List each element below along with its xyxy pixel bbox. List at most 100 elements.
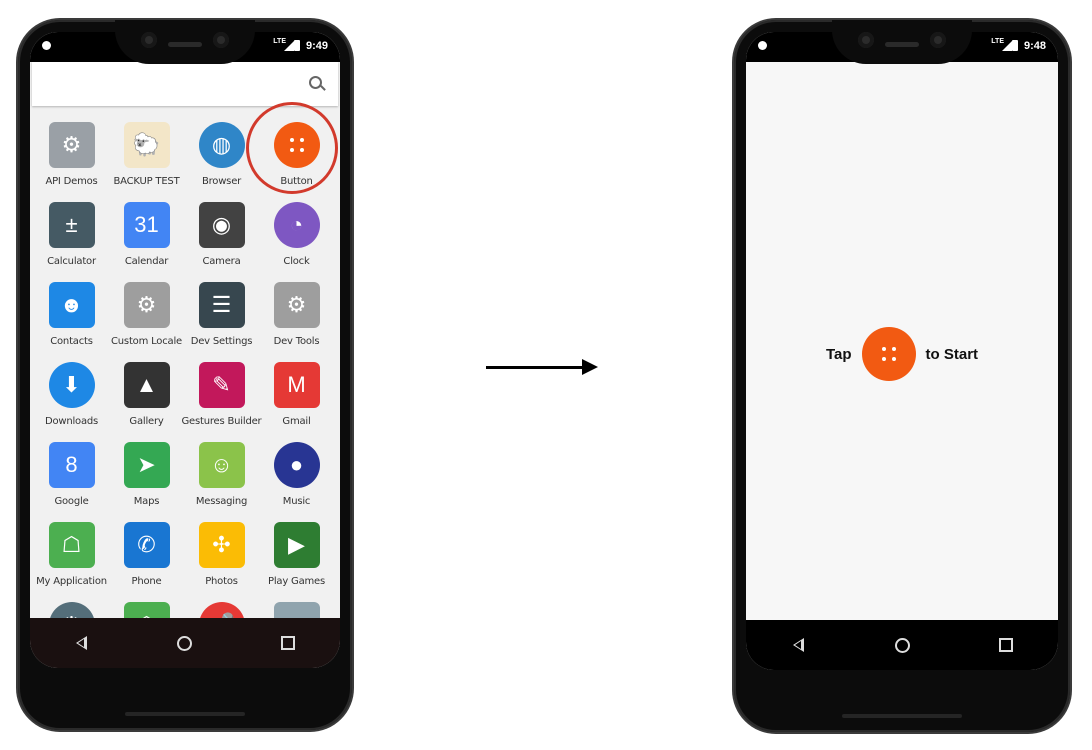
app-launcher-item[interactable]: ▶ Play Games (259, 510, 334, 590)
app-launcher-item[interactable]: ⚙ Dev Tools (259, 270, 334, 350)
app-launcher-item[interactable]: ⚙ Custom Locale (109, 270, 184, 350)
phone-icon: ✆ (123, 522, 170, 568)
app-launcher-item[interactable]: ◉ Camera (184, 190, 259, 270)
app-label: Clock (283, 256, 310, 267)
camera-notch (832, 20, 972, 64)
gesture-icon: ✎ (198, 362, 245, 408)
prompt-text-before: Tap (825, 345, 852, 363)
sliders-icon: ☰ (198, 282, 245, 328)
speaker-icon: ● (273, 442, 320, 488)
signal-icon (284, 41, 294, 51)
download-icon: ⬇ (48, 362, 95, 408)
app-launcher-item[interactable]: M Gmail (259, 350, 334, 430)
navigation-bar (30, 618, 340, 668)
gears-icon: ⚙ (273, 282, 320, 328)
gears-icon: ⚙ (123, 282, 170, 328)
app-launcher-item[interactable]: ◔ Clock (259, 190, 334, 270)
app-launcher-item[interactable]: 31 Calendar (109, 190, 184, 270)
app-label: Contacts (50, 336, 93, 347)
navigation-bar (746, 620, 1058, 670)
app-launcher-item[interactable]: ✣ Photos (184, 510, 259, 590)
home-button[interactable] (165, 628, 205, 658)
app-launcher-item[interactable]: ☻ Contacts (34, 270, 109, 350)
home-button[interactable] (882, 630, 922, 660)
app-label: Calendar (124, 256, 169, 267)
gmail-icon: M (273, 362, 320, 408)
back-button[interactable] (62, 628, 102, 658)
app-launcher-item[interactable]: ☺ Messaging (184, 430, 259, 510)
app-label: My Application (36, 576, 107, 587)
messaging-icon: ☺ (198, 442, 245, 488)
app-label: Browser (201, 176, 242, 187)
front-camera-icon (141, 32, 157, 48)
app-label: Music (282, 496, 311, 507)
front-camera-icon (213, 32, 229, 48)
search-icon[interactable] (309, 76, 322, 89)
recents-button[interactable] (986, 630, 1026, 660)
dots-icon (881, 347, 896, 361)
battery-icon (1012, 40, 1018, 51)
app-launcher-item[interactable]: ☖ My Application (34, 510, 109, 590)
app-launcher-item[interactable]: ➤ Maps (109, 430, 184, 510)
calculator-icon: ± (48, 202, 95, 248)
earpiece-speaker (168, 42, 202, 47)
notification-dot-icon (42, 41, 51, 50)
calendar-icon: 31 (123, 202, 170, 248)
globe-icon: ◍ (198, 122, 245, 168)
notification-dot-icon (758, 41, 767, 50)
back-icon (76, 636, 88, 650)
clock-icon: ◔ (273, 202, 320, 248)
button-app-screen: LTE 9:48 Tap to Start (746, 32, 1058, 670)
front-camera-icon (930, 32, 946, 48)
app-label: Photos (205, 576, 238, 587)
app-label: Gallery (129, 416, 164, 427)
app-launcher-item[interactable]: ⚙ API Demos (34, 110, 109, 190)
app-label: Messaging (195, 496, 248, 507)
camera-icon: ◉ (198, 202, 245, 248)
play-games-icon: ▶ (273, 522, 320, 568)
icon-text: 8 (65, 452, 78, 477)
app-label: Phone (131, 576, 162, 587)
icon-text: 31 (134, 212, 159, 237)
picture-icon: ▲ (123, 362, 170, 408)
app-label: Google (54, 496, 89, 507)
app-launcher-item[interactable]: ✎ Gestures Builder (182, 350, 262, 430)
app-label: Downloads (44, 416, 99, 427)
start-button[interactable] (861, 327, 916, 381)
app-launcher-item[interactable]: ⬇ Downloads (34, 350, 109, 430)
pinwheel-icon: ✣ (198, 522, 245, 568)
app-launcher-item[interactable]: ▲ Gallery (109, 350, 184, 430)
button-app-highlight-circle (246, 102, 338, 194)
front-camera-icon (858, 32, 874, 48)
sheep-icon: 🐑 (123, 122, 170, 168)
app-label: Play Games (267, 576, 325, 587)
app-launcher-item[interactable]: 🐑 BACKUP TEST (109, 110, 184, 190)
right-phone: LTE 9:48 Tap to Start (734, 20, 1070, 732)
app-launcher-item[interactable]: ● Music (259, 430, 334, 510)
recents-button[interactable] (268, 628, 308, 658)
prompt-text-after: to Start (925, 345, 979, 363)
app-launcher-item[interactable]: ✆ Phone (109, 510, 184, 590)
back-icon (792, 638, 804, 652)
app-label: Dev Settings (190, 336, 253, 347)
back-button[interactable] (778, 630, 818, 660)
app-launcher-item[interactable]: ☰ Dev Settings (184, 270, 259, 350)
app-search-bar[interactable] (32, 62, 338, 106)
google-icon: 8 (48, 442, 95, 488)
app-launcher-item[interactable]: ± Calculator (34, 190, 109, 270)
app-label: Maps (133, 496, 160, 507)
status-time: 9:48 (1023, 40, 1046, 52)
app-label: Gmail (282, 416, 311, 427)
battery-icon (294, 40, 300, 51)
folder-gear-icon: ⚙ (48, 122, 95, 168)
transition-arrow-icon (486, 359, 598, 375)
app-label: Camera (202, 256, 241, 267)
app-label: Gestures Builder (181, 416, 262, 427)
android-icon: ☖ (48, 522, 95, 568)
app-label: Custom Locale (111, 336, 182, 347)
app-label: Dev Tools (273, 336, 320, 347)
signal-icon (1002, 41, 1012, 51)
maps-icon: ➤ (123, 442, 170, 488)
home-icon (894, 637, 910, 653)
app-launcher-item[interactable]: 8 Google (34, 430, 109, 510)
